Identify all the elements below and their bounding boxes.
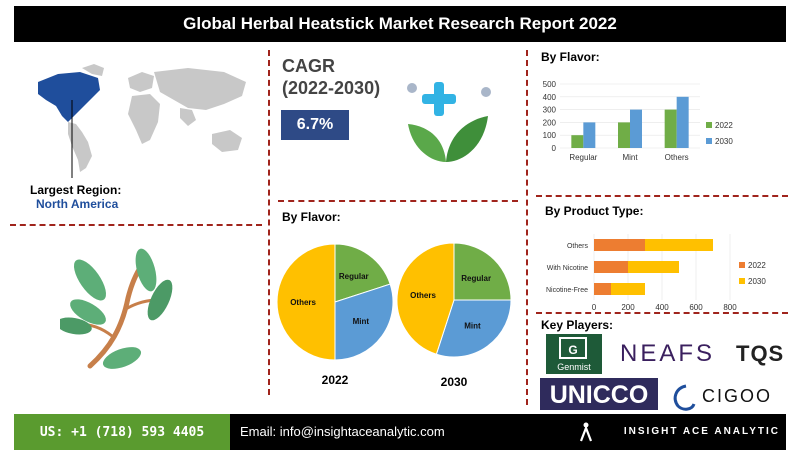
cagr-title: CAGR (2022-2030) — [282, 55, 380, 99]
y-tick-label: 500 — [543, 80, 557, 89]
neafs-logo: NEAFS — [620, 340, 715, 367]
bar-2022-others — [664, 109, 677, 148]
legend-swatch-2030 — [739, 278, 745, 284]
divider-right-horizontal-1 — [536, 195, 788, 197]
legend-swatch-2022 — [739, 262, 745, 268]
footer-email: Email: info@insightaceanalytic.com — [240, 424, 445, 439]
divider-mid-horizontal — [278, 200, 518, 202]
bar-2030-regular — [583, 122, 596, 148]
footer-phone: US: +1 (718) 593 4405 — [14, 414, 230, 450]
footer-bar: Email: info@insightaceanalytic.com INSIG… — [230, 414, 786, 450]
insight-ace-logo-icon — [579, 422, 593, 442]
page-title: Global Herbal Heatstick Market Research … — [14, 6, 786, 42]
y-tick-label: 0 — [552, 144, 557, 153]
x-tick-label: Mint — [622, 153, 638, 162]
cagr-value: 6.7% — [281, 110, 349, 140]
genmist-logo: G Genmist — [546, 334, 602, 374]
pie-label-mint: Mint — [353, 317, 370, 326]
herb-leaf-icon — [60, 248, 173, 369]
y-tick-label: Nicotine-Free — [546, 287, 588, 294]
divider-left-horizontal — [10, 224, 262, 226]
svg-text:G: G — [568, 343, 577, 357]
flavor-pie-title: By Flavor: — [282, 210, 341, 224]
flavor-bar-title: By Flavor: — [541, 50, 600, 64]
pie-slice-regular — [453, 242, 512, 301]
legend-label: 2022 — [715, 121, 733, 130]
largest-region-value: North America — [36, 197, 119, 211]
legend-swatch-2022 — [706, 122, 712, 128]
bar-2022-nicotine-free — [594, 283, 611, 295]
y-tick-label: Others — [567, 243, 589, 250]
bar-2022-others — [594, 239, 645, 251]
footer-brand: INSIGHT ACE ANALYTIC — [623, 426, 780, 437]
bar-2030-nicotine-free — [611, 283, 645, 295]
pie-label-mint: Mint — [464, 321, 481, 330]
pie-2022: Regular Mint Others — [276, 243, 394, 361]
cigoo-logo: CIGOO — [702, 386, 772, 406]
y-tick-label: 200 — [543, 118, 557, 127]
pie-2030-year-label: 2030 — [441, 375, 468, 389]
bar-2022-mint — [618, 122, 630, 148]
bar-2030-mint — [630, 109, 642, 148]
legend-label: 2030 — [748, 277, 766, 286]
y-tick-label: With Nicotine — [547, 265, 588, 272]
pie-label-others: Others — [410, 291, 436, 300]
x-tick-label: 0 — [592, 303, 597, 312]
bar-2030-others — [676, 96, 689, 148]
pie-2030: Regular Mint Others — [396, 242, 512, 358]
flavor-bar-chart: 0 100 200 300 400 500 Regular Mint Others 2022 203… — [543, 80, 734, 162]
legend-label: 2022 — [748, 261, 766, 270]
x-tick-label: 800 — [723, 303, 737, 312]
divider-right — [526, 50, 528, 405]
cagr-title-line1: CAGR — [282, 56, 335, 76]
key-players-logos: G Genmist NEAFS TQS UNICCO CIGOO — [540, 334, 784, 411]
pie-label-regular: Regular — [339, 272, 369, 281]
x-tick-label: Others — [665, 153, 689, 162]
pie-label-others: Others — [290, 298, 316, 307]
y-tick-label: 400 — [543, 93, 557, 102]
bar-2022-regular — [571, 135, 584, 148]
bar-2022-with-nicotine — [594, 261, 628, 273]
pie-2022-year-label: 2022 — [322, 373, 349, 387]
cagr-title-line2: (2022-2030) — [282, 78, 381, 98]
medical-plant-icon — [407, 82, 491, 162]
bar-2030-others — [645, 239, 713, 251]
x-tick-label: 200 — [621, 303, 635, 312]
flavor-pie-charts: Regular Mint Others Regular Mint Others 2022… — [276, 242, 512, 389]
legend-label: 2030 — [715, 137, 733, 146]
product-type-bar-chart: 0 200 400 600 800 Others With Nicotine Nicotine… — [546, 234, 766, 312]
genmist-text: Genmist — [557, 362, 591, 372]
product-type-title: By Product Type: — [545, 204, 644, 218]
world-map — [38, 64, 246, 178]
pie-label-regular: Regular — [461, 274, 491, 283]
unicco-logo: UNICCO — [550, 381, 649, 409]
cigoo-swirl-icon — [673, 384, 696, 411]
legend-swatch-2030 — [706, 138, 712, 144]
x-tick-label: Regular — [569, 153, 597, 162]
divider-left — [268, 50, 270, 395]
y-tick-label: 100 — [543, 131, 557, 140]
x-tick-label: 600 — [689, 303, 703, 312]
x-tick-label: 400 — [655, 303, 669, 312]
bar-2030-with-nicotine — [628, 261, 679, 273]
key-players-title: Key Players: — [541, 318, 614, 332]
y-tick-label: 300 — [543, 106, 557, 115]
largest-region-label: Largest Region: — [30, 183, 122, 197]
tqs-logo: TQS — [736, 341, 784, 366]
